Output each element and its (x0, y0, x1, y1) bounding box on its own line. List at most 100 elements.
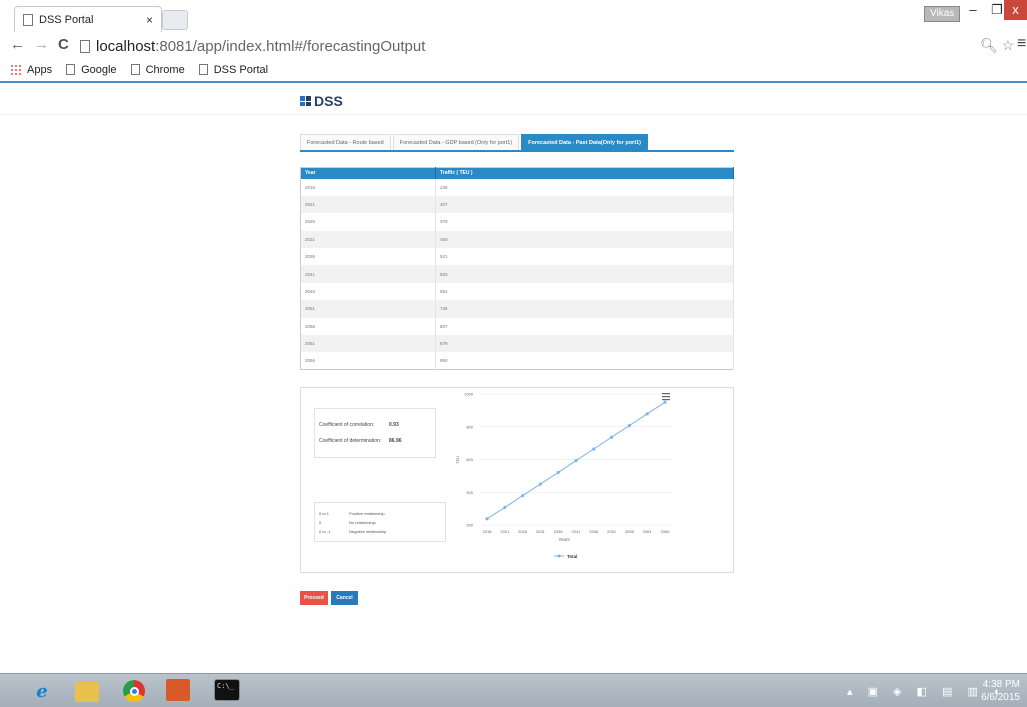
year-cell: 2031 (300, 230, 436, 249)
year-cell: 2026 (300, 213, 436, 231)
year-cell: 2046 (300, 282, 436, 301)
traffic-cell: 521 (435, 248, 734, 266)
data-point[interactable] (574, 459, 578, 463)
data-point[interactable] (485, 517, 489, 521)
coefficient-box: Coefficient of correlation: 0.93 Coeffic… (314, 408, 436, 458)
x-tick-label: 2026 (518, 529, 528, 534)
x-axis-ticks: 2016 2021 2026 2031 2036 2041 2046 2051 2056 2061… (483, 529, 671, 534)
chrome-icon[interactable] (120, 679, 148, 703)
tab-gdp-based[interactable]: Forecasted Data - GDP based (Only for po… (392, 134, 520, 150)
year-cell: 2061 (300, 335, 436, 353)
address-bar[interactable]: localhost:8081/app/index.html#/forecasti… (80, 35, 1015, 57)
x-tick-label: 2036 (554, 529, 564, 534)
correlation-row: Coefficient of correlation: 0.93 (319, 422, 399, 428)
y-axis-ticks: 200 400 600 800 1000 (464, 392, 474, 528)
dss-logo-icon (300, 96, 311, 106)
clock-time: 4:38 PM (982, 679, 1020, 690)
internet-explorer-icon[interactable]: e (28, 679, 56, 703)
traffic-cell: 593 (435, 265, 734, 283)
x-tick-label: 2041 (572, 529, 582, 534)
data-point[interactable] (556, 470, 560, 475)
url-path: :8081/app/index.html#/forecastingOutput (155, 37, 426, 55)
minimize-button[interactable]: – (960, 0, 986, 20)
reload-icon[interactable]: C (58, 36, 69, 53)
traffic-cell: 307 (435, 195, 734, 214)
data-point[interactable] (627, 424, 631, 428)
browser-tab[interactable]: DSS Portal × (14, 6, 162, 32)
profile-badge[interactable]: Vikas (924, 6, 961, 22)
legend-row: 0 No relationship (319, 520, 376, 525)
office-app-icon[interactable] (166, 679, 190, 701)
correlation-value: 0.93 (389, 422, 399, 428)
apps-icon (10, 63, 22, 76)
table-row: 2016 238 (300, 178, 734, 196)
menu-icon[interactable]: ≡ (1017, 35, 1026, 53)
header-divider (0, 114, 1027, 115)
chart-panel: Coefficient of correlation: 0.93 Coeffic… (300, 387, 734, 573)
data-point[interactable] (610, 435, 614, 439)
bookmark-chrome[interactable]: Chrome (130, 64, 185, 76)
close-window-button[interactable]: x (1004, 0, 1027, 20)
proceed-button[interactable]: Proceed (300, 591, 328, 605)
forecast-tabs: Forecasted Data - Route based Forecasted… (300, 134, 734, 152)
page-icon (198, 64, 208, 75)
taskbar-clock[interactable]: 4:38 PM 6/6/2015 (978, 678, 1020, 704)
year-cell: 2051 (300, 300, 436, 318)
y-tick-label: 1000 (464, 392, 474, 397)
tab-route-based[interactable]: Forecasted Data - Route based (300, 134, 391, 150)
data-point[interactable] (645, 412, 649, 416)
back-icon[interactable]: ← (10, 36, 25, 53)
tab-past-data[interactable]: Forecasted Data - Past Data(Only for por… (521, 134, 648, 150)
file-explorer-icon[interactable] (75, 682, 99, 702)
year-cell: 2056 (300, 317, 436, 336)
x-tick-label: 2056 (625, 529, 635, 534)
data-point[interactable] (521, 494, 525, 498)
data-point[interactable] (592, 447, 596, 451)
data-point[interactable] (503, 505, 507, 510)
tab-close-icon[interactable]: × (146, 13, 153, 27)
x-tick-label: 2051 (607, 529, 617, 534)
table-row: 2066 950 (300, 352, 734, 370)
bookmark-apps[interactable]: Apps (10, 63, 52, 76)
table-row: 2031 450 (300, 230, 734, 249)
brand-logo[interactable]: DSS (300, 93, 343, 109)
traffic-cell: 450 (435, 230, 734, 249)
legend-row: 0 to -1 Negative relationship (319, 529, 387, 534)
traffic-cell: 736 (435, 300, 734, 318)
x-tick-label: 2031 (536, 529, 546, 534)
data-point[interactable] (663, 400, 667, 404)
bookmark-google[interactable]: Google (66, 64, 117, 76)
brand-name: DSS (314, 93, 343, 109)
zoom-star-icons[interactable]: 🔍︎ ☆ (980, 37, 1014, 54)
new-tab-button[interactable] (162, 10, 188, 30)
chart-legend-item[interactable]: Total (554, 554, 577, 559)
traffic-cell: 238 (435, 178, 734, 196)
column-header-year[interactable]: Year (300, 167, 436, 179)
table-header-row: Year Traffic ( TEU ) (300, 167, 734, 179)
traffic-cell: 379 (435, 213, 734, 231)
table-row: 2061 879 (300, 335, 734, 353)
determination-value: 86.96 (389, 438, 402, 444)
traffic-line-chart: 200 400 600 800 1000 2016 2021 2026 2031 2036 204… (455, 392, 671, 559)
x-axis-label: Years (558, 537, 570, 542)
forward-icon[interactable]: → (34, 36, 49, 53)
forecast-table: Year Traffic ( TEU ) 2016 238 2021 307 202… (300, 167, 734, 371)
windows-taskbar: e C:\_ ▴ ▣ ◈ ◧ ▤ ▥ ◖ 4:38 PM 6/6/2015 (0, 673, 1027, 707)
command-prompt-icon[interactable]: C:\_ (214, 679, 240, 701)
bookmark-dss-portal[interactable]: DSS Portal (198, 64, 268, 76)
cancel-button[interactable]: Cancel (331, 591, 358, 605)
y-tick-label: 200 (466, 523, 473, 528)
column-header-traffic[interactable]: Traffic ( TEU ) (435, 167, 734, 179)
table-row: 2046 664 (300, 282, 734, 301)
x-tick-label: 2046 (589, 529, 599, 534)
y-axis-label: TEU (455, 456, 460, 464)
browser-titlebar: DSS Portal × Vikas – ❐ x (0, 0, 1027, 34)
year-cell: 2036 (300, 248, 436, 266)
chart-menu-icon[interactable] (662, 393, 670, 401)
table-row: 2041 593 (300, 265, 734, 283)
x-tick-label: 2066 (661, 529, 671, 534)
year-cell: 2041 (300, 265, 436, 283)
url-host: localhost (96, 37, 156, 55)
page-icon (23, 13, 33, 26)
data-point[interactable] (538, 482, 542, 486)
